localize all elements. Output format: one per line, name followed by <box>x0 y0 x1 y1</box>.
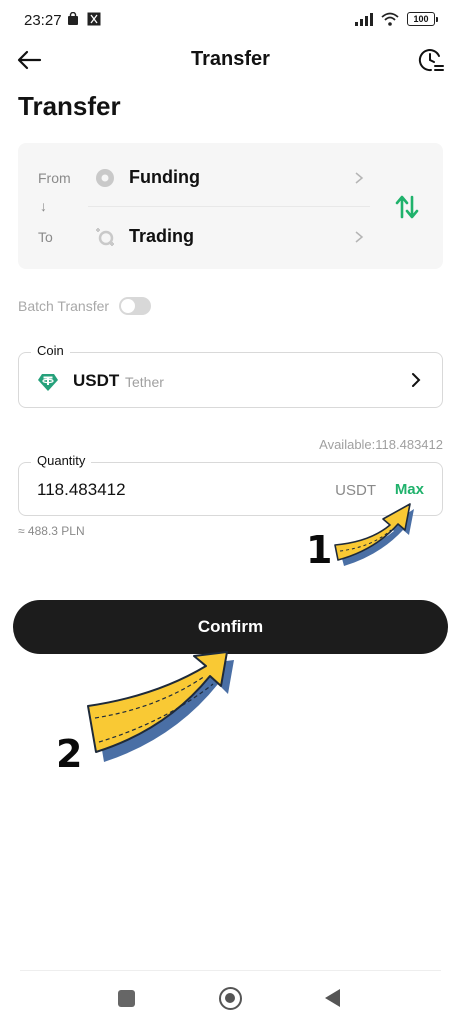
swap-vertical-icon[interactable] <box>393 193 421 221</box>
system-back-icon[interactable] <box>325 989 340 1007</box>
system-navigation-bar <box>0 980 461 1020</box>
coin-full-name: Tether <box>125 374 164 390</box>
tether-icon <box>38 374 58 391</box>
down-arrow-icon: ↓ <box>40 198 47 214</box>
confirm-button[interactable]: Confirm <box>13 600 448 654</box>
to-label: To <box>38 229 53 245</box>
coin-symbol: USDT <box>73 371 120 390</box>
annotation-step-1: 1 <box>306 528 333 572</box>
home-icon[interactable] <box>219 987 242 1010</box>
coin-selector[interactable]: Coin USDT Tether <box>18 343 443 408</box>
transfer-accounts-card: From Funding ↓ To Trading <box>18 143 443 269</box>
available-balance: Available:118.483412 <box>319 437 443 452</box>
batch-transfer-label: Batch Transfer <box>18 298 110 314</box>
signal-icon <box>355 12 373 26</box>
fiat-equivalent: ≈ 488.3 PLN <box>18 524 85 538</box>
from-label: From <box>38 170 71 186</box>
page-title: Transfer <box>18 91 121 121</box>
battery-icon: 100 <box>407 12 438 26</box>
chevron-right-icon[interactable] <box>410 371 422 389</box>
batch-transfer-row: Batch Transfer <box>18 296 152 316</box>
to-chevron-right-icon[interactable] <box>354 230 364 244</box>
card-divider <box>88 206 370 207</box>
quantity-unit: USDT <box>335 482 376 499</box>
to-account-value[interactable]: Trading <box>129 226 194 247</box>
max-button[interactable]: Max <box>395 481 424 498</box>
from-account-value[interactable]: Funding <box>129 167 200 188</box>
top-nav-bar: Transfer <box>0 40 461 80</box>
status-bar: 23:27 100 <box>0 0 461 44</box>
app-notification-icon <box>87 12 101 26</box>
system-nav-divider <box>20 970 441 971</box>
coin-legend: Coin <box>31 343 70 358</box>
quantity-input[interactable]: Quantity 118.483412 USDT Max <box>18 453 443 516</box>
annotation-step-2: 2 <box>56 732 83 776</box>
confirm-label: Confirm <box>197 617 264 636</box>
clock-history-icon[interactable] <box>417 46 445 74</box>
annotation-arrow-2 <box>87 651 234 762</box>
batch-transfer-toggle[interactable] <box>119 297 152 315</box>
quantity-value[interactable]: 118.483412 <box>37 480 126 500</box>
recent-apps-icon[interactable] <box>118 990 135 1007</box>
nav-title: Transfer <box>191 48 270 70</box>
status-time: 23:27 <box>24 12 62 29</box>
from-chevron-right-icon[interactable] <box>354 171 364 185</box>
wifi-icon <box>381 12 399 26</box>
trading-account-icon <box>96 228 114 246</box>
toggle-knob <box>121 299 136 313</box>
funding-account-icon <box>96 169 114 187</box>
quantity-legend: Quantity <box>31 453 92 468</box>
bag-icon <box>68 12 78 25</box>
